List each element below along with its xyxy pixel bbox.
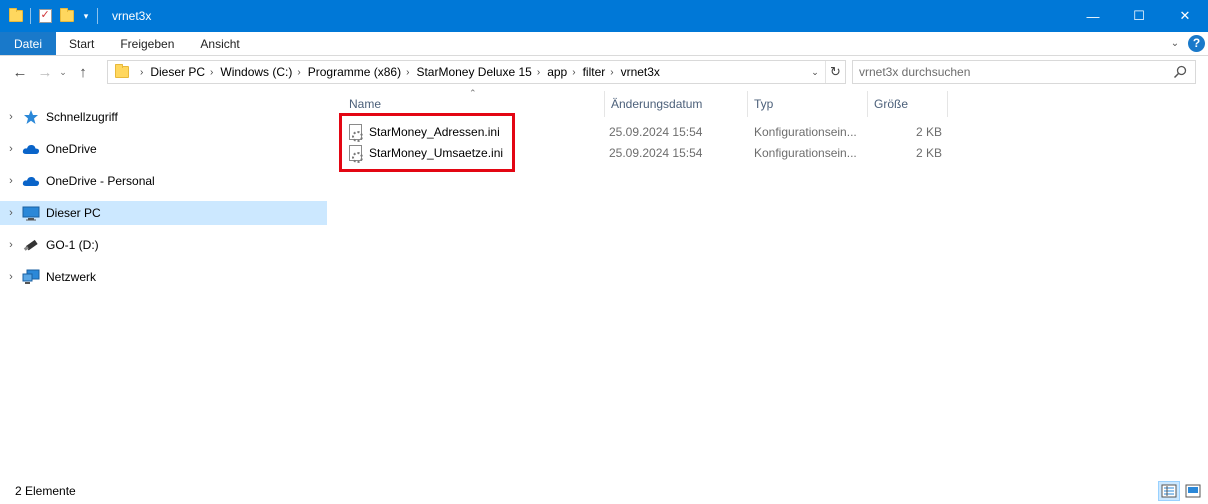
new-folder-icon[interactable] — [59, 8, 75, 24]
expand-chevron-icon[interactable]: › — [0, 111, 22, 123]
forward-arrow-icon[interactable]: → — [34, 60, 56, 84]
address-row: ← → ⌄ ↑ › Dieser PC › Windows (C:) › Pro… — [0, 56, 1208, 88]
quick-access-toolbar: ▾ — [8, 0, 104, 32]
sidebar-item-onedrive[interactable]: › OneDrive — [0, 137, 327, 161]
tab-datei[interactable]: Datei — [0, 32, 56, 55]
view-switcher — [1156, 481, 1204, 501]
breadcrumb-chevron-icon[interactable]: › — [605, 67, 620, 78]
breadcrumb-filter[interactable]: filter — [583, 65, 606, 79]
folder-icon — [8, 8, 24, 24]
breadcrumb-windows-c[interactable]: Windows (C:) — [220, 65, 292, 79]
expand-chevron-icon[interactable]: › — [0, 143, 22, 155]
ribbon-tabs: Datei Start Freigeben Ansicht ⌄ ? — [0, 32, 1208, 56]
sidebar-item-onedrive-personal[interactable]: › OneDrive - Personal — [0, 169, 327, 193]
quick-access-star-icon — [22, 109, 40, 125]
address-history-chevron-icon[interactable]: ⌄ — [807, 61, 823, 83]
window-title: vrnet3x — [112, 9, 152, 23]
recent-locations-chevron-icon[interactable]: ⌄ — [56, 67, 70, 78]
search-input[interactable] — [859, 65, 1159, 79]
folder-icon — [115, 64, 129, 78]
column-header-type[interactable]: Typ — [748, 91, 868, 117]
toolbar-divider — [97, 8, 98, 24]
details-view-icon[interactable] — [1158, 481, 1180, 501]
expand-chevron-icon[interactable]: › — [0, 175, 22, 187]
breadcrumb-programme-x86[interactable]: Programme (x86) — [308, 65, 401, 79]
file-list: ⌃ Name Änderungsdatum Typ Größe StarMone… — [330, 88, 1208, 478]
title-bar: ▾ vrnet3x — ☐ ✕ — [0, 0, 1208, 32]
expand-chevron-icon[interactable]: › — [0, 207, 22, 219]
large-icons-view-icon[interactable] — [1182, 481, 1204, 501]
breadcrumb-chevron-icon[interactable]: › — [135, 67, 150, 78]
window-controls: — ☐ ✕ — [1070, 0, 1208, 32]
sidebar-item-label: Schnellzugriff — [46, 110, 118, 124]
network-icon — [22, 269, 40, 285]
sidebar-item-label: Dieser PC — [46, 206, 101, 220]
back-arrow-icon[interactable]: ← — [9, 60, 31, 84]
usb-drive-icon — [22, 237, 40, 253]
highlight-annotation-box — [339, 113, 515, 172]
address-bar[interactable]: › Dieser PC › Windows (C:) › Programme (… — [107, 60, 846, 84]
search-box[interactable] — [852, 60, 1196, 84]
sidebar-item-label: GO-1 (D:) — [46, 238, 99, 252]
sidebar-item-dieser-pc[interactable]: › Dieser PC — [0, 201, 327, 225]
onedrive-cloud-icon — [22, 141, 40, 157]
file-modified: 25.09.2024 15:54 — [609, 124, 703, 139]
customize-toolbar-chevron-icon[interactable]: ▾ — [81, 11, 91, 22]
breadcrumb-vrnet3x[interactable]: vrnet3x — [621, 65, 660, 79]
tab-ansicht[interactable]: Ansicht — [187, 32, 252, 55]
this-pc-monitor-icon — [22, 205, 40, 221]
file-size: 2 KB — [916, 145, 943, 160]
sidebar-item-label: OneDrive - Personal — [46, 174, 155, 188]
breadcrumb-chevron-icon[interactable]: › — [205, 67, 220, 78]
status-bar: 2 Elemente — [0, 478, 1208, 504]
breadcrumb-chevron-icon[interactable]: › — [401, 67, 416, 78]
help-button[interactable]: ? — [1188, 34, 1205, 52]
column-header-modified[interactable]: Änderungsdatum — [605, 91, 748, 117]
expand-ribbon-chevron-icon[interactable]: ⌄ — [1166, 34, 1184, 52]
item-count: 2 Elemente — [15, 484, 76, 498]
minimize-button[interactable]: — — [1070, 0, 1116, 32]
sidebar-item-schnellzugriff[interactable]: › Schnellzugriff — [0, 105, 327, 129]
expand-chevron-icon[interactable]: › — [0, 239, 22, 251]
column-header-size[interactable]: Größe — [868, 91, 948, 117]
breadcrumb-app[interactable]: app — [547, 65, 567, 79]
refresh-icon[interactable]: ↻ — [825, 61, 845, 83]
navigation-pane: › Schnellzugriff › OneDrive › OneDrive -… — [0, 88, 330, 478]
breadcrumb-chevron-icon[interactable]: › — [292, 67, 307, 78]
breadcrumb-starmoney[interactable]: StarMoney Deluxe 15 — [416, 65, 531, 79]
tab-freigeben[interactable]: Freigeben — [107, 32, 187, 55]
ribbon-controls: ⌄ ? — [1166, 34, 1205, 52]
file-size: 2 KB — [916, 124, 943, 139]
expand-chevron-icon[interactable]: › — [0, 271, 22, 283]
file-type: Konfigurationsein... — [754, 124, 857, 139]
breadcrumb-dieser-pc[interactable]: Dieser PC — [150, 65, 205, 79]
toolbar-divider — [30, 8, 31, 24]
close-button[interactable]: ✕ — [1162, 0, 1208, 32]
breadcrumb-chevron-icon[interactable]: › — [567, 67, 582, 78]
sidebar-item-label: Netzwerk — [46, 270, 97, 284]
breadcrumb-chevron-icon[interactable]: › — [532, 67, 547, 78]
sidebar-item-label: OneDrive — [46, 142, 97, 156]
properties-icon[interactable] — [37, 8, 53, 24]
file-type: Konfigurationsein... — [754, 145, 857, 160]
up-arrow-icon[interactable]: ↑ — [72, 60, 94, 84]
sidebar-item-go1-drive[interactable]: › GO-1 (D:) — [0, 233, 327, 257]
tab-start[interactable]: Start — [56, 32, 107, 55]
file-modified: 25.09.2024 15:54 — [609, 145, 703, 160]
onedrive-cloud-icon — [22, 173, 40, 189]
sidebar-item-netzwerk[interactable]: › Netzwerk — [0, 265, 327, 289]
maximize-button[interactable]: ☐ — [1116, 0, 1162, 32]
search-icon[interactable] — [1173, 65, 1187, 79]
